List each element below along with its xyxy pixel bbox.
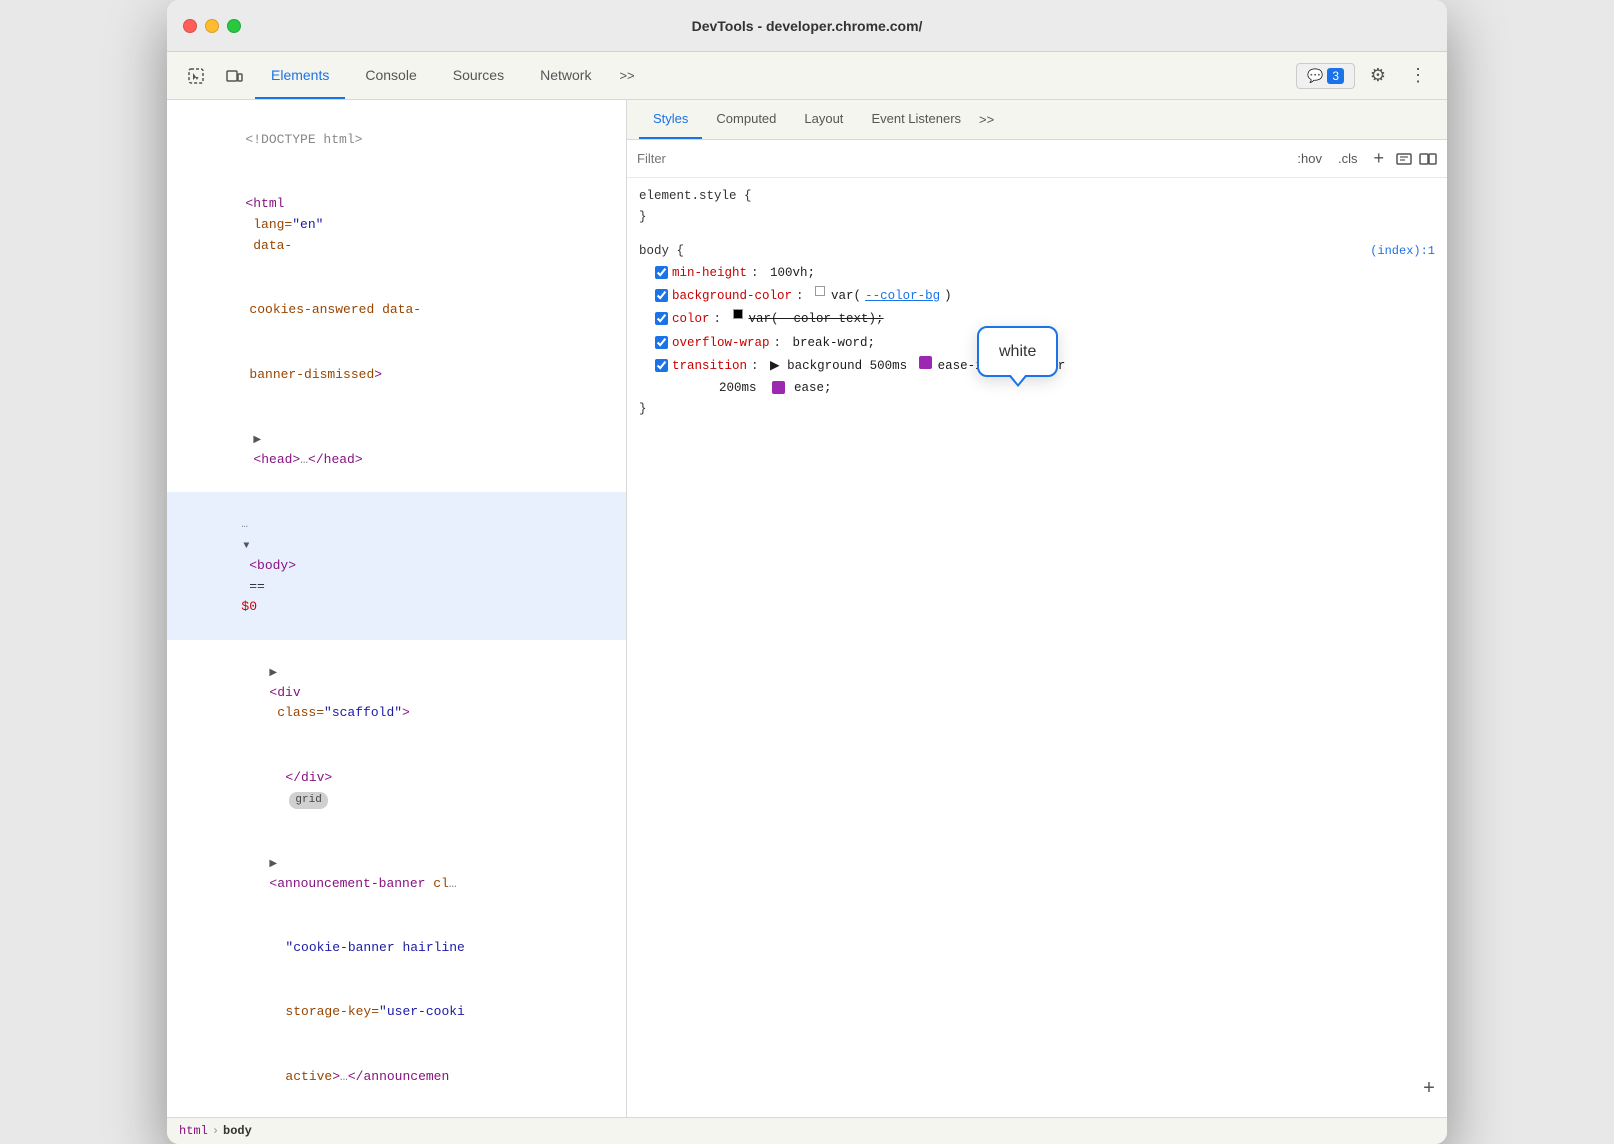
tab-network[interactable]: Network	[524, 52, 607, 99]
tab-styles[interactable]: Styles	[639, 100, 702, 139]
toolbar-right: 💬 3 ⚙ ⋮	[1296, 59, 1435, 93]
tab-sources[interactable]: Sources	[437, 52, 520, 99]
breadcrumb-html[interactable]: html	[179, 1124, 208, 1138]
dom-div-close: </div> grid	[167, 746, 626, 831]
color-tooltip-popup: white	[977, 326, 1058, 377]
body-triangle	[243, 535, 255, 556]
dom-head[interactable]: <head>…</head>	[167, 407, 626, 492]
element-style-close: }	[639, 207, 1435, 228]
tab-computed[interactable]: Computed	[702, 100, 790, 139]
device-toggle-icon[interactable]	[217, 59, 251, 93]
dom-html-cont: cookies-answered data-	[167, 278, 626, 342]
filter-actions: :hov .cls +	[1292, 146, 1437, 171]
dom-announcement-cont3: active>…</announcemen	[167, 1045, 626, 1109]
dom-body[interactable]: … <body> == $0	[167, 492, 626, 640]
toolbar: Elements Console Sources Network >> 💬 3 …	[167, 52, 1447, 100]
styles-body: element.style { } body { (index):1	[627, 178, 1447, 1117]
hov-button[interactable]: :hov	[1292, 149, 1327, 168]
more-tabs-button[interactable]: >>	[611, 62, 642, 89]
message-icon: 💬	[1307, 68, 1323, 84]
element-style-section: element.style { }	[639, 186, 1435, 229]
add-style-rule-button[interactable]: +	[1423, 1073, 1435, 1107]
dom-announcement[interactable]: <announcement-banner cl…	[167, 831, 626, 916]
announcement-triangle	[269, 853, 281, 874]
ease-in-out-checkbox[interactable]	[919, 356, 932, 369]
body-style-close: }	[639, 399, 1435, 420]
color-bg-link[interactable]: --color-bg	[865, 286, 940, 307]
dom-announcement-cont: "cookie-banner hairline	[167, 916, 626, 980]
transition-checkbox[interactable]	[655, 359, 668, 372]
window-title: DevTools - developer.chrome.com/	[692, 18, 923, 34]
maximize-button[interactable]	[227, 19, 241, 33]
min-height-checkbox[interactable]	[655, 266, 668, 279]
ease-checkbox[interactable]	[772, 381, 785, 394]
minimize-button[interactable]	[205, 19, 219, 33]
elements-panel: <!DOCTYPE html> <html lang="en" data- co…	[167, 100, 627, 1117]
rule-bg-color: background-color : var(--color-bg)	[639, 285, 1435, 308]
body-selector-row: body { (index):1	[639, 241, 1435, 262]
grid-badge: grid	[289, 792, 327, 810]
devtools-window: DevTools - developer.chrome.com/ Element…	[167, 0, 1447, 1144]
head-triangle	[253, 429, 265, 450]
filter-bar: :hov .cls +	[627, 140, 1447, 178]
toggle-icon[interactable]	[1419, 150, 1437, 168]
rule-min-height: min-height : 100vh;	[639, 262, 1435, 285]
add-style-button[interactable]: +	[1368, 146, 1389, 171]
scaffold-triangle	[269, 662, 281, 683]
color-checkbox[interactable]	[655, 312, 668, 325]
breadcrumb-body[interactable]: body	[223, 1124, 252, 1138]
settings-icon[interactable]: ⚙	[1361, 59, 1395, 93]
more-options-icon[interactable]: ⋮	[1401, 59, 1435, 93]
element-style-selector: element.style {	[639, 186, 1435, 207]
body-selector: body {	[639, 241, 684, 262]
styles-panel: Styles Computed Layout Event Listeners >…	[627, 100, 1447, 1117]
close-button[interactable]	[183, 19, 197, 33]
badge-count: 3	[1327, 68, 1344, 84]
dom-announcement-cont2: storage-key="user-cooki	[167, 981, 626, 1045]
styles-tabs: Styles Computed Layout Event Listeners >…	[627, 100, 1447, 140]
titlebar: DevTools - developer.chrome.com/	[167, 0, 1447, 52]
dom-html[interactable]: <html lang="en" data-	[167, 172, 626, 278]
filter-input[interactable]	[637, 151, 1284, 166]
tab-elements[interactable]: Elements	[255, 52, 345, 99]
breadcrumb-bar: html › body	[167, 1117, 1447, 1144]
tab-console[interactable]: Console	[349, 52, 432, 99]
tab-event-listeners[interactable]: Event Listeners	[857, 100, 975, 139]
more-style-tabs[interactable]: >>	[979, 112, 994, 127]
dom-doctype: <!DOCTYPE html>	[167, 108, 626, 172]
color-swatch[interactable]	[733, 309, 743, 319]
bg-color-checkbox[interactable]	[655, 289, 668, 302]
tab-layout[interactable]: Layout	[790, 100, 857, 139]
body-source[interactable]: (index):1	[1370, 241, 1435, 261]
main-content: <!DOCTYPE html> <html lang="en" data- co…	[167, 100, 1447, 1117]
cls-button[interactable]: .cls	[1333, 149, 1363, 168]
inspect-element-icon[interactable]	[179, 59, 213, 93]
new-rule-icon[interactable]	[1395, 150, 1413, 168]
bg-color-swatch[interactable]	[815, 286, 825, 296]
tooltip-text: white	[999, 343, 1036, 360]
overflow-wrap-checkbox[interactable]	[655, 336, 668, 349]
dom-div-scaffold[interactable]: <div class="scaffold">	[167, 640, 626, 746]
dom-html-cont2: banner-dismissed>	[167, 343, 626, 407]
traffic-lights	[183, 19, 241, 33]
transition-cont: 200ms ease;	[639, 378, 1435, 399]
messages-badge-button[interactable]: 💬 3	[1296, 63, 1355, 89]
